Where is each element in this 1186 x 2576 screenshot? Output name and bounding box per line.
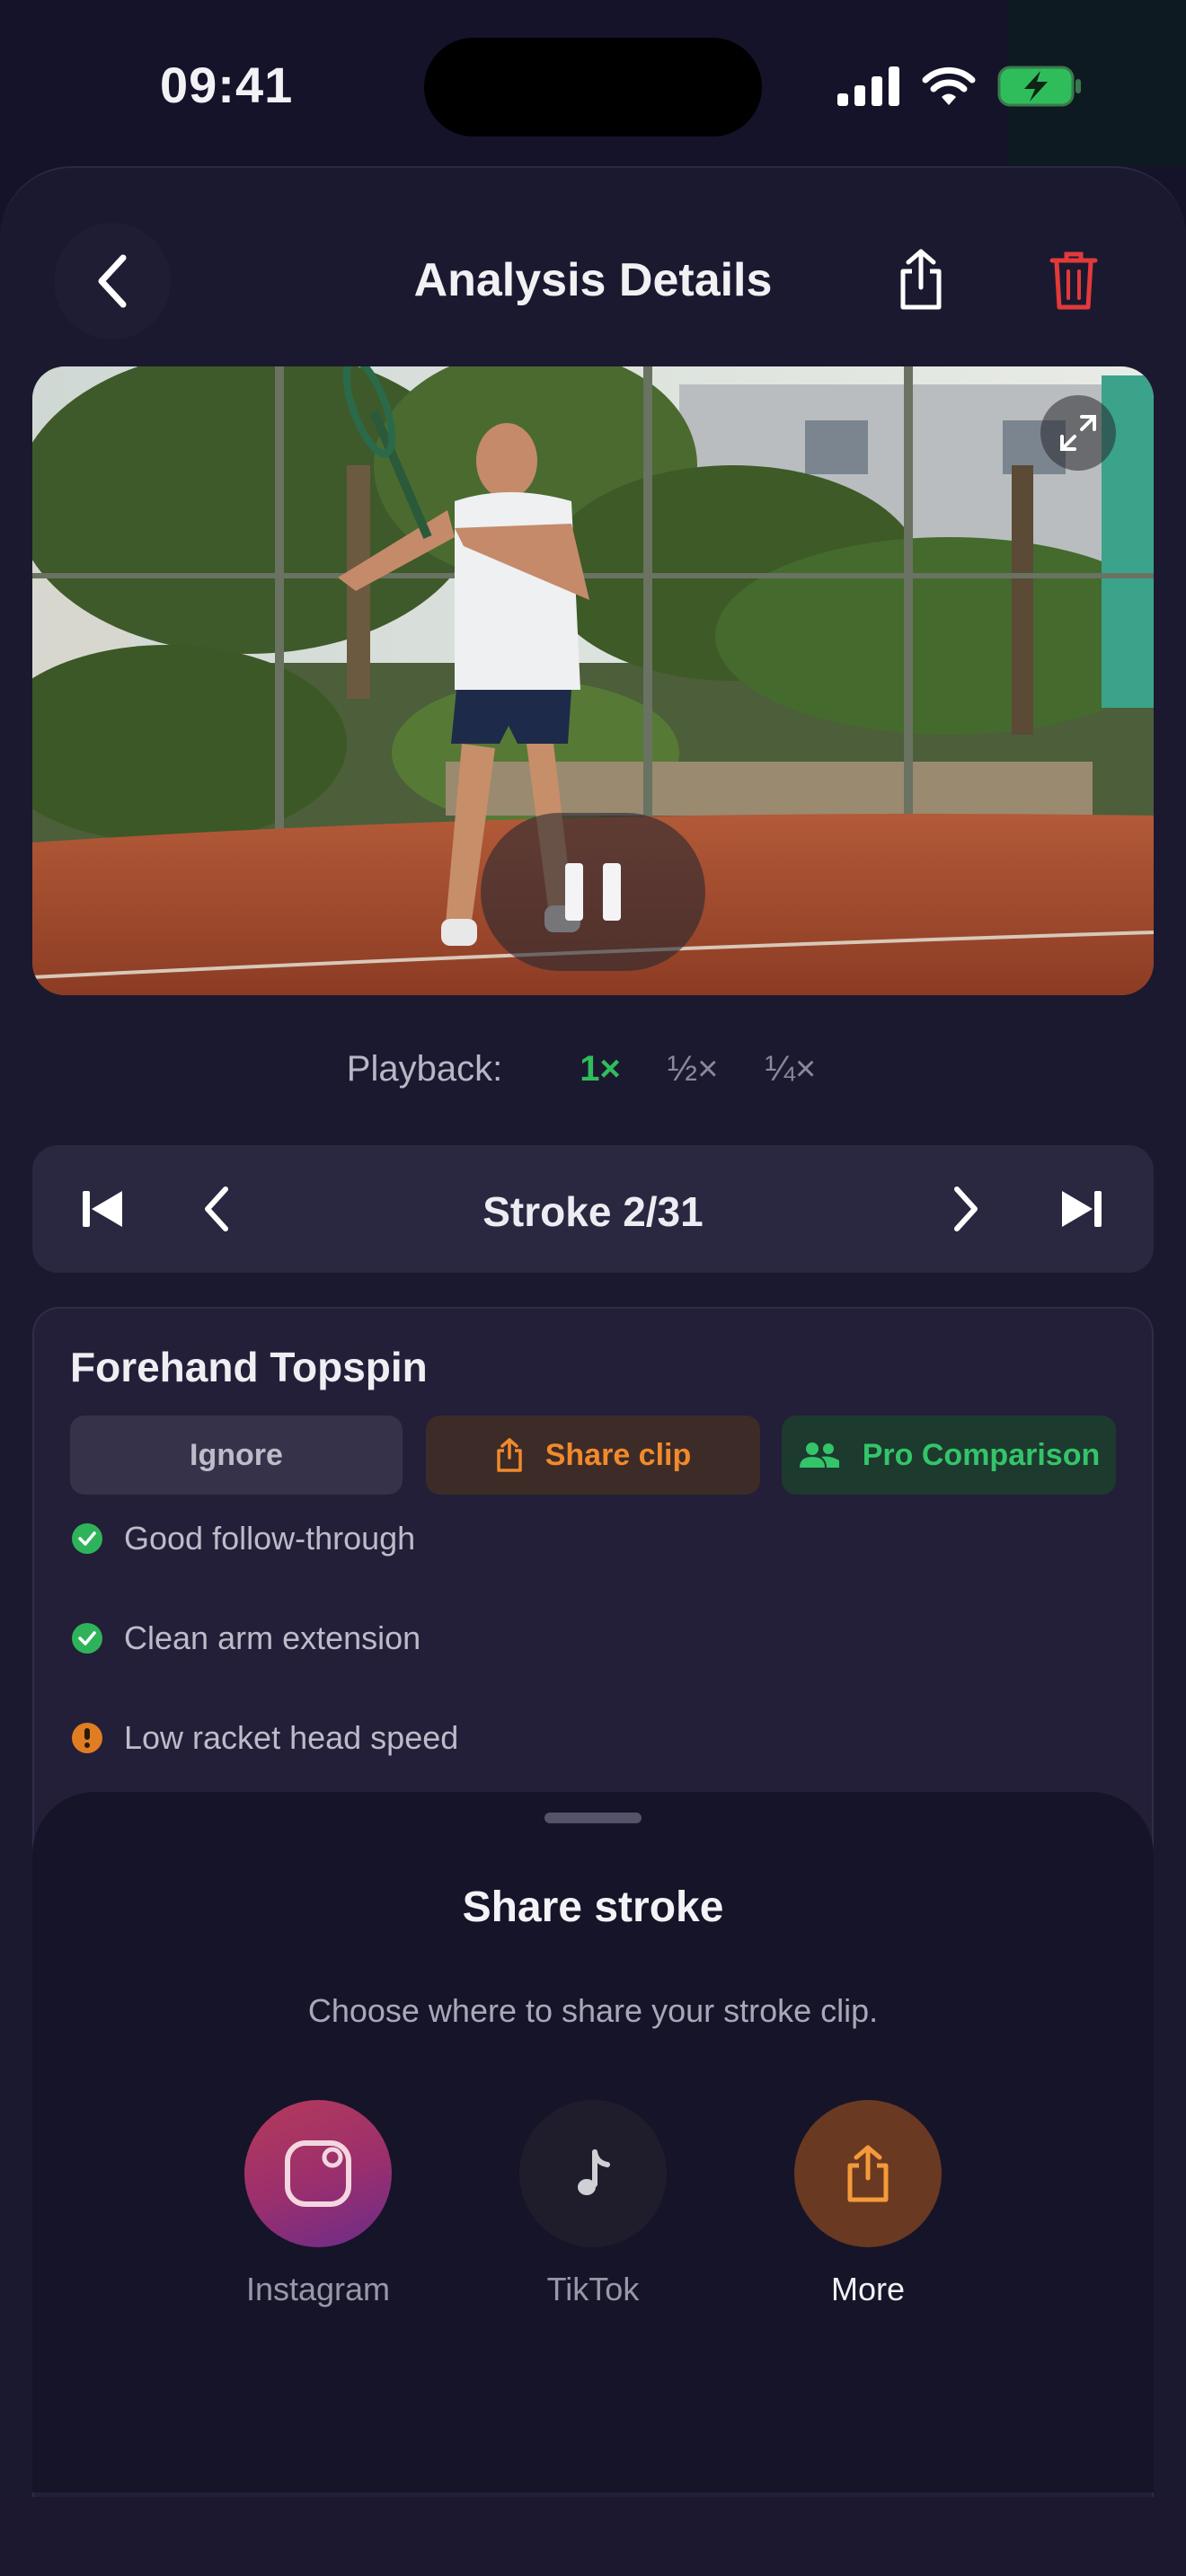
music-note-icon	[578, 2149, 610, 2195]
share-icon	[496, 1438, 522, 1472]
status-icons	[837, 63, 1082, 110]
ignore-button[interactable]: Ignore	[70, 1416, 403, 1495]
chevron-right-icon	[954, 1187, 978, 1231]
page-title: Analysis Details	[413, 254, 773, 306]
feedback-text: Low racket head speed	[124, 1719, 459, 1756]
feedback-item: Good follow-through	[72, 1520, 415, 1557]
share-tiktok-button[interactable]	[519, 2100, 667, 2247]
speed-half[interactable]: ½×	[668, 1049, 719, 1090]
share-icon	[847, 2145, 889, 2202]
ignore-label: Ignore	[190, 1437, 283, 1472]
feedback-item: Low racket head speed	[72, 1719, 458, 1757]
tiktok-label: TikTok	[546, 2271, 640, 2307]
pro-comparison-button[interactable]: Pro Comparison	[782, 1416, 1116, 1495]
share-button[interactable]	[885, 244, 957, 316]
feedback-text: Good follow-through	[124, 1520, 416, 1557]
trash-icon	[1049, 251, 1098, 310]
next-stroke-button[interactable]	[934, 1177, 999, 1241]
checkmark-icon	[72, 1523, 102, 1554]
stroke-counter: Stroke 2/31	[482, 1188, 704, 1235]
instagram-label: Instagram	[245, 2271, 391, 2307]
pause-icon	[565, 863, 583, 921]
dynamic-island	[424, 38, 762, 137]
share-clip-label: Share clip	[544, 1437, 692, 1472]
delete-button[interactable]	[1038, 244, 1110, 316]
instagram-icon	[285, 2140, 351, 2207]
fullscreen-button[interactable]	[1040, 395, 1116, 471]
playback-label: Playback:	[346, 1049, 503, 1089]
bottom-safe-area	[0, 2497, 1186, 2576]
feedback-text: Clean arm extension	[124, 1619, 421, 1656]
status-time: 09:41	[160, 57, 294, 113]
pause-button[interactable]	[481, 813, 705, 971]
feedback-item: Clean arm extension	[72, 1619, 420, 1657]
share-instagram-button[interactable]	[244, 2100, 392, 2247]
expand-icon	[1060, 415, 1096, 451]
last-stroke-button[interactable]	[1049, 1177, 1114, 1241]
sheet-drag-handle[interactable]	[544, 1813, 642, 1823]
share-more-button[interactable]	[794, 2100, 942, 2247]
speed-quarter[interactable]: ¼×	[766, 1049, 817, 1090]
checkmark-icon	[72, 1623, 102, 1654]
stroke-type-title: Forehand Topspin	[70, 1344, 428, 1390]
signal-icon	[837, 66, 899, 106]
sheet-title: Share stroke	[462, 1883, 724, 1931]
pro-comparison-label: Pro Comparison	[862, 1437, 1101, 1472]
sheet-subtitle: Choose where to share your stroke clip.	[307, 1992, 879, 2029]
warning-icon	[72, 1723, 102, 1753]
pause-icon	[603, 863, 621, 921]
skip-to-end-icon	[1062, 1191, 1102, 1227]
more-label: More	[830, 2271, 906, 2307]
people-icon	[799, 1442, 839, 1468]
share-icon	[900, 249, 942, 310]
speed-1x[interactable]: 1×	[580, 1049, 621, 1090]
playback-speed-row: Playback: 1× ½× ¼×	[0, 1049, 1186, 1090]
battery-icon	[997, 66, 1081, 107]
wifi-icon	[922, 66, 976, 105]
share-clip-button[interactable]: Share clip	[426, 1416, 760, 1495]
